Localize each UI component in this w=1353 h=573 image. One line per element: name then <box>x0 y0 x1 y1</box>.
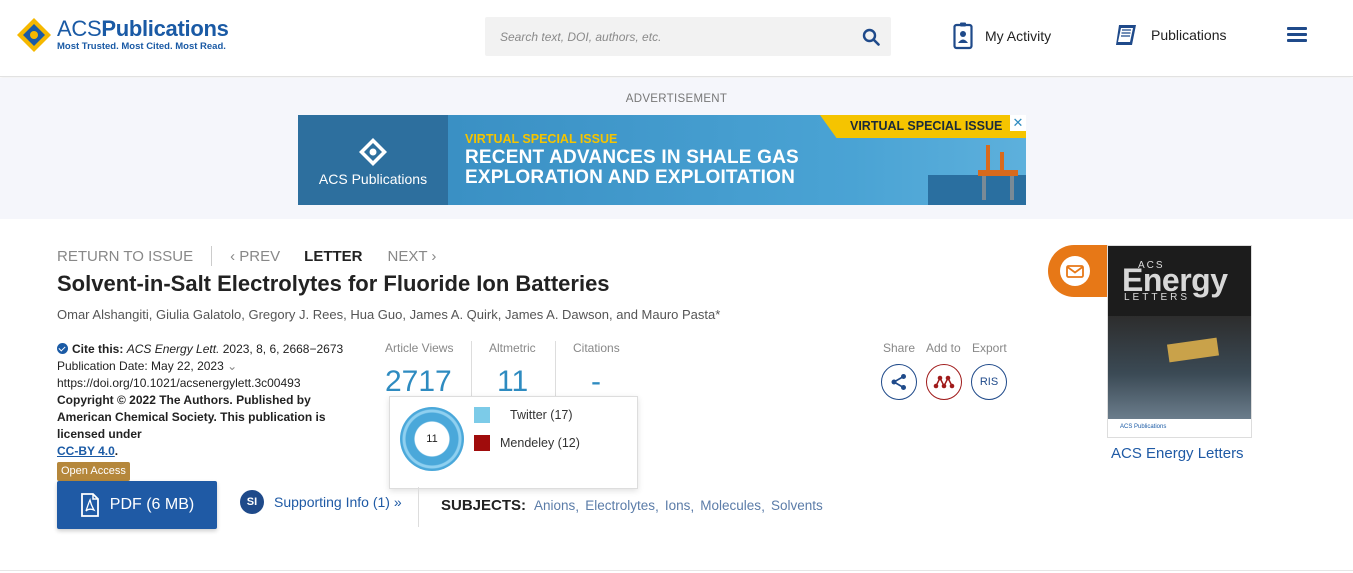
citation-block: Cite this: ACS Energy Lett. 2023, 8, 6, … <box>57 341 367 481</box>
ad-publisher: ACS Publications <box>318 171 428 187</box>
mendeley-swatch <box>474 435 490 451</box>
cite-journal: ACS Energy Lett. <box>126 342 220 356</box>
ad-title: RECENT ADVANCES IN SHALE GAS EXPLORATION… <box>465 147 799 188</box>
export-label: Export <box>972 341 1007 355</box>
breadcrumb: RETURN TO ISSUE ‹ PREV LETTER NEXT › <box>57 246 436 266</box>
pdf-download-button[interactable]: PDF (6 MB) <box>57 481 217 529</box>
share-label: Share <box>883 341 916 355</box>
journal-cover-image[interactable]: ACS Energy LETTERS ACS Publications <box>1107 245 1252 438</box>
popover-row-twitter: Twitter (17) <box>474 407 573 423</box>
logo-title: ACSPublications <box>57 16 229 42</box>
export-ris-button[interactable]: RIS <box>971 364 1007 400</box>
citations-metric[interactable]: Citations - <box>573 341 620 399</box>
my-activity-link[interactable]: My Activity <box>953 22 1051 50</box>
ad-label: ADVERTISEMENT <box>625 93 728 105</box>
article-views-value: 2717 <box>385 365 452 398</box>
add-to-mendeley-button[interactable] <box>926 364 962 400</box>
oil-rig-icon <box>978 145 1018 200</box>
subject-link[interactable]: Anions <box>534 498 575 513</box>
subjects-list: SUBJECTS: Anions, Electrolytes, Ions, Mo… <box>441 497 823 514</box>
subject-link[interactable]: Solvents <box>771 498 823 513</box>
acs-logo[interactable]: ACSPublications Most Trusted. Most Cited… <box>16 17 229 53</box>
book-icon <box>1116 25 1136 45</box>
cover-footer: ACS Publications <box>1108 419 1251 437</box>
mendeley-icon <box>933 375 955 389</box>
author-list[interactable]: Omar Alshangiti, Giulia Galatolo, Gregor… <box>57 307 720 322</box>
pdf-icon <box>80 493 99 517</box>
open-access-badge: Open Access <box>57 462 130 481</box>
my-activity-label: My Activity <box>985 28 1052 44</box>
share-button[interactable] <box>881 364 917 400</box>
altmetric-donut-icon: 11 <box>400 407 464 471</box>
prev-link[interactable]: ‹ PREV <box>230 248 280 265</box>
cite-label[interactable]: Cite this: <box>72 342 123 356</box>
publications-link[interactable]: Publications <box>1113 22 1227 48</box>
ad-band: ADVERTISEMENT ACS Publications VIRTUAL S… <box>0 78 1353 219</box>
article-views-metric[interactable]: Article Views 2717 <box>385 341 453 399</box>
ad-kicker: VIRTUAL SPECIAL ISSUE <box>465 132 618 146</box>
article-title: Solvent-in-Salt Electrolytes for Fluorid… <box>57 271 610 296</box>
ad-banner[interactable]: ACS Publications VIRTUAL SPECIAL ISSUE R… <box>298 115 1026 205</box>
altmetric-value: 11 <box>497 365 529 398</box>
logo-tagline: Most Trusted. Most Cited. Most Read. <box>57 41 226 53</box>
license-link[interactable]: CC-BY 4.0 <box>57 444 115 458</box>
ad-ribbon: VIRTUAL SPECIAL ISSUE <box>820 115 1026 138</box>
site-header: ACSPublications Most Trusted. Most Cited… <box>0 0 1353 77</box>
envelope-icon <box>1066 264 1084 278</box>
acs-emblem-icon <box>359 138 387 166</box>
search-button[interactable] <box>859 25 883 49</box>
si-badge-icon: SI <box>240 490 264 514</box>
copyright-text: Copyright © 2022 The Authors. Published … <box>57 393 326 441</box>
search-icon <box>862 28 880 46</box>
subject-link[interactable]: Ions <box>665 498 691 513</box>
cover-letters: LETTERS <box>1124 292 1191 303</box>
supporting-info-label: Supporting Info (1) » <box>274 494 402 510</box>
citations-value: - <box>591 365 601 398</box>
popover-row-mendeley: Mendeley (12) <box>474 435 580 451</box>
acs-emblem-icon <box>17 18 51 52</box>
altmetric-popover: 11 Twitter (17) Mendeley (12) <box>389 396 638 489</box>
article-type: LETTER <box>304 247 363 265</box>
cite-reference: 2023, 8, 6, 2668−2673 <box>219 342 344 356</box>
journal-title-link[interactable]: ACS Energy Letters <box>1111 445 1244 462</box>
search-input[interactable] <box>485 17 845 56</box>
chevron-down-icon: ⌄ <box>227 359 238 373</box>
altmetric-score: 11 <box>426 433 438 445</box>
user-badge-icon <box>953 22 973 50</box>
ad-publisher-panel: ACS Publications <box>298 115 448 205</box>
share-icon <box>891 374 906 390</box>
subject-link[interactable]: Molecules <box>700 498 761 513</box>
add-to-label: Add to <box>926 341 961 355</box>
check-circle-icon <box>57 343 68 354</box>
publication-date[interactable]: Publication Date: May 22, 2023 ⌄ <box>57 358 367 375</box>
twitter-swatch <box>474 407 490 423</box>
pdf-button-label: PDF (6 MB) <box>109 496 195 513</box>
publications-label: Publications <box>1151 27 1227 43</box>
article-page: ACSPublications Most Trusted. Most Cited… <box>0 0 1353 573</box>
subjects-heading: SUBJECTS: <box>441 497 527 514</box>
altmetric-metric[interactable]: Altmetric 11 <box>489 341 536 399</box>
subject-link[interactable]: Electrolytes <box>585 498 655 513</box>
next-link[interactable]: NEXT › <box>388 248 437 265</box>
ad-close-button[interactable]: ✕ <box>1010 115 1026 131</box>
search-box <box>485 17 891 56</box>
hamburger-menu-icon[interactable] <box>1287 27 1307 43</box>
doi-link[interactable]: https://doi.org/10.1021/acsenergylett.3c… <box>57 375 367 392</box>
return-to-issue-link[interactable]: RETURN TO ISSUE <box>57 248 193 265</box>
supporting-info-link[interactable]: SI Supporting Info (1) » <box>240 490 402 514</box>
